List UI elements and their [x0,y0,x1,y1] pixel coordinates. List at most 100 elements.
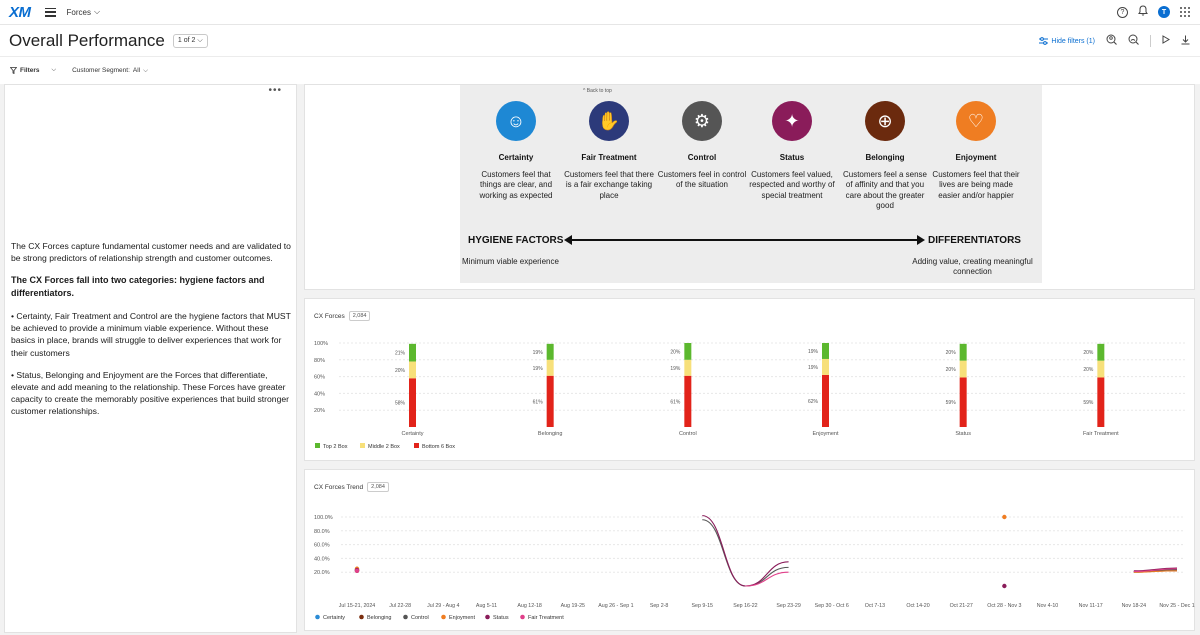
bar-segment-middle-2-box[interactable] [822,358,829,375]
legend-label[interactable]: Top 2 Box [323,444,348,450]
legend-swatch [485,614,490,620]
page-selector[interactable]: 1 of 2 ⌵ [172,33,208,48]
bar-segment-bottom-6-box[interactable] [684,375,692,427]
data-label: 19% [533,350,544,356]
x-tick-label: Sep 16-22 [733,603,757,609]
dashboard-canvas: ••• The CX Forces capture fundamental cu… [0,84,1200,635]
force-control: ⚙ Control Customers feel in control of t… [656,101,748,191]
force-description: Customers feel that there is a fair exch… [564,170,654,200]
series-line[interactable] [702,515,789,587]
legend-label[interactable]: Belonging [367,615,391,621]
customer-segment-filter[interactable]: Customer Segment: All ⌵ [72,67,148,75]
x-tick-label: Jul 22-28 [389,603,411,609]
force-belonging: ⊕ Belonging Customers feel a sense of af… [839,101,931,212]
bar-segment-bottom-6-box[interactable] [1097,377,1105,427]
x-tick-label: Status [955,431,971,437]
project-switcher[interactable]: Forces ⌵ [67,7,101,17]
description-paragraph: The CX Forces capture fundamental custom… [11,241,291,264]
person-filter-icon[interactable] [1128,34,1139,48]
legend-swatch [403,614,408,620]
legend-label[interactable]: Middle 2 Box [368,444,400,450]
x-tick-label: Fair Treatment [1083,431,1119,437]
y-tick-label: 20% [314,408,325,414]
cx-forces-trend-widget: CX Forces Trend 2,084 100.0% 80.0% 60.0% 40… [304,469,1195,631]
bar-segment-top-2-box[interactable] [822,343,829,359]
x-tick-label: Sep 9-15 [692,603,714,609]
double-arrow-line [570,239,920,241]
menu-icon[interactable] [44,7,56,17]
avatar[interactable]: T [1158,6,1170,18]
data-label: 20% [946,350,957,356]
bar-segment-middle-2-box[interactable] [959,360,967,378]
filters-chevron-icon[interactable]: ⌵ [52,67,57,74]
legend-label[interactable]: Fair Treatment [528,615,564,621]
differentiators-label: DIFFERENTIATORS [928,235,1021,246]
x-tick-label: Belonging [538,431,562,437]
filters-button[interactable]: Filters [10,67,40,74]
legend-swatch [360,443,365,448]
force-certainty: ☺ Certainty Customers feel that things a… [470,101,562,201]
legend-swatch [414,443,419,448]
heart-hands-icon: ♡ [956,101,996,141]
x-tick-label: Nov 11-17 [1079,603,1103,609]
person-search-icon[interactable] [1106,34,1117,48]
back-to-top-link[interactable]: ^ Back to top [583,88,612,94]
page-title: Overall Performance [9,30,165,50]
description-heading: The CX Forces fall into two categories: … [11,275,265,299]
bar-segment-top-2-box[interactable] [1097,343,1105,361]
x-tick-label: Jul 29 - Aug 4 [427,603,459,609]
data-label: 19% [670,366,681,372]
data-label: 21% [395,351,406,357]
chevron-down-icon: ⌵ [143,66,149,74]
bar-segment-top-2-box[interactable] [409,343,416,362]
hide-filters-button[interactable]: Hide filters (1) [1039,37,1095,45]
bar-segment-middle-2-box[interactable] [684,359,692,376]
globe-hand-icon: ⊕ [865,101,905,141]
legend-label[interactable]: Bottom 6 Box [422,444,455,450]
hygiene-factors-label: HYGIENE FACTORS [468,235,564,246]
legend-label[interactable]: Control [411,615,429,621]
legend-swatch [359,614,364,620]
legend-label[interactable]: Status [493,615,509,621]
bar-segment-bottom-6-box[interactable] [822,374,829,427]
data-label: 19% [808,365,819,371]
legend-label[interactable]: Certainty [323,615,345,621]
help-icon[interactable]: ? [1117,6,1128,18]
bar-segment-top-2-box[interactable] [684,343,692,360]
x-tick-label: Aug 26 - Sep 1 [598,603,633,609]
more-options-icon[interactable]: ••• [268,85,282,96]
bar-segment-middle-2-box[interactable] [409,361,416,379]
cx-forces-trend-chart: 100.0% 80.0% 60.0% 40.0% 20.0% Jul 15-21, 202… [314,514,1195,621]
legend-swatch [441,614,446,620]
cx-forces-chart: 100% 80% 60% 40% 20% 58% 20% 21% Certainty 61% 19%… [314,341,1185,450]
bar-segment-bottom-6-box[interactable] [959,377,967,427]
hide-filters-label: Hide filters (1) [1051,37,1095,45]
download-icon[interactable] [1181,35,1190,48]
app-grid-icon[interactable] [1180,7,1190,17]
data-point[interactable] [1002,514,1007,520]
bar-segment-top-2-box[interactable] [959,343,967,361]
force-description: Customers feel that things are clear, an… [479,170,553,200]
x-tick-label: Aug 5-11 [476,603,497,609]
force-name: Certainty [498,153,534,162]
filter-bar: Filters ⌵ Customer Segment: All ⌵ [0,57,1200,84]
data-label: 20% [395,368,406,374]
data-point[interactable] [354,568,360,574]
series-line[interactable] [702,519,789,587]
cx-forces-widget: CX Forces 2,084 100% 80% 60% 40% 20% 58% 20% 21… [304,298,1195,461]
bar-segment-middle-2-box[interactable] [1097,360,1105,378]
play-icon[interactable] [1162,35,1170,47]
legend-swatch [315,443,320,448]
bar-segment-bottom-6-box[interactable] [546,375,554,427]
bell-icon[interactable] [1138,5,1148,19]
y-tick-label: 20.0% [314,570,330,576]
legend-label[interactable]: Enjoyment [449,615,475,621]
bar-segment-top-2-box[interactable] [546,343,554,360]
xm-logo[interactable]: XM [9,4,31,21]
force-enjoyment: ♡ Enjoyment Customers feel that their li… [930,101,1022,201]
bar-segment-middle-2-box[interactable] [546,359,554,376]
y-tick-label: 60% [314,375,325,381]
chevron-down-icon: ⌵ [93,7,101,16]
bar-segment-bottom-6-box[interactable] [409,378,416,427]
data-point[interactable] [1002,583,1007,589]
